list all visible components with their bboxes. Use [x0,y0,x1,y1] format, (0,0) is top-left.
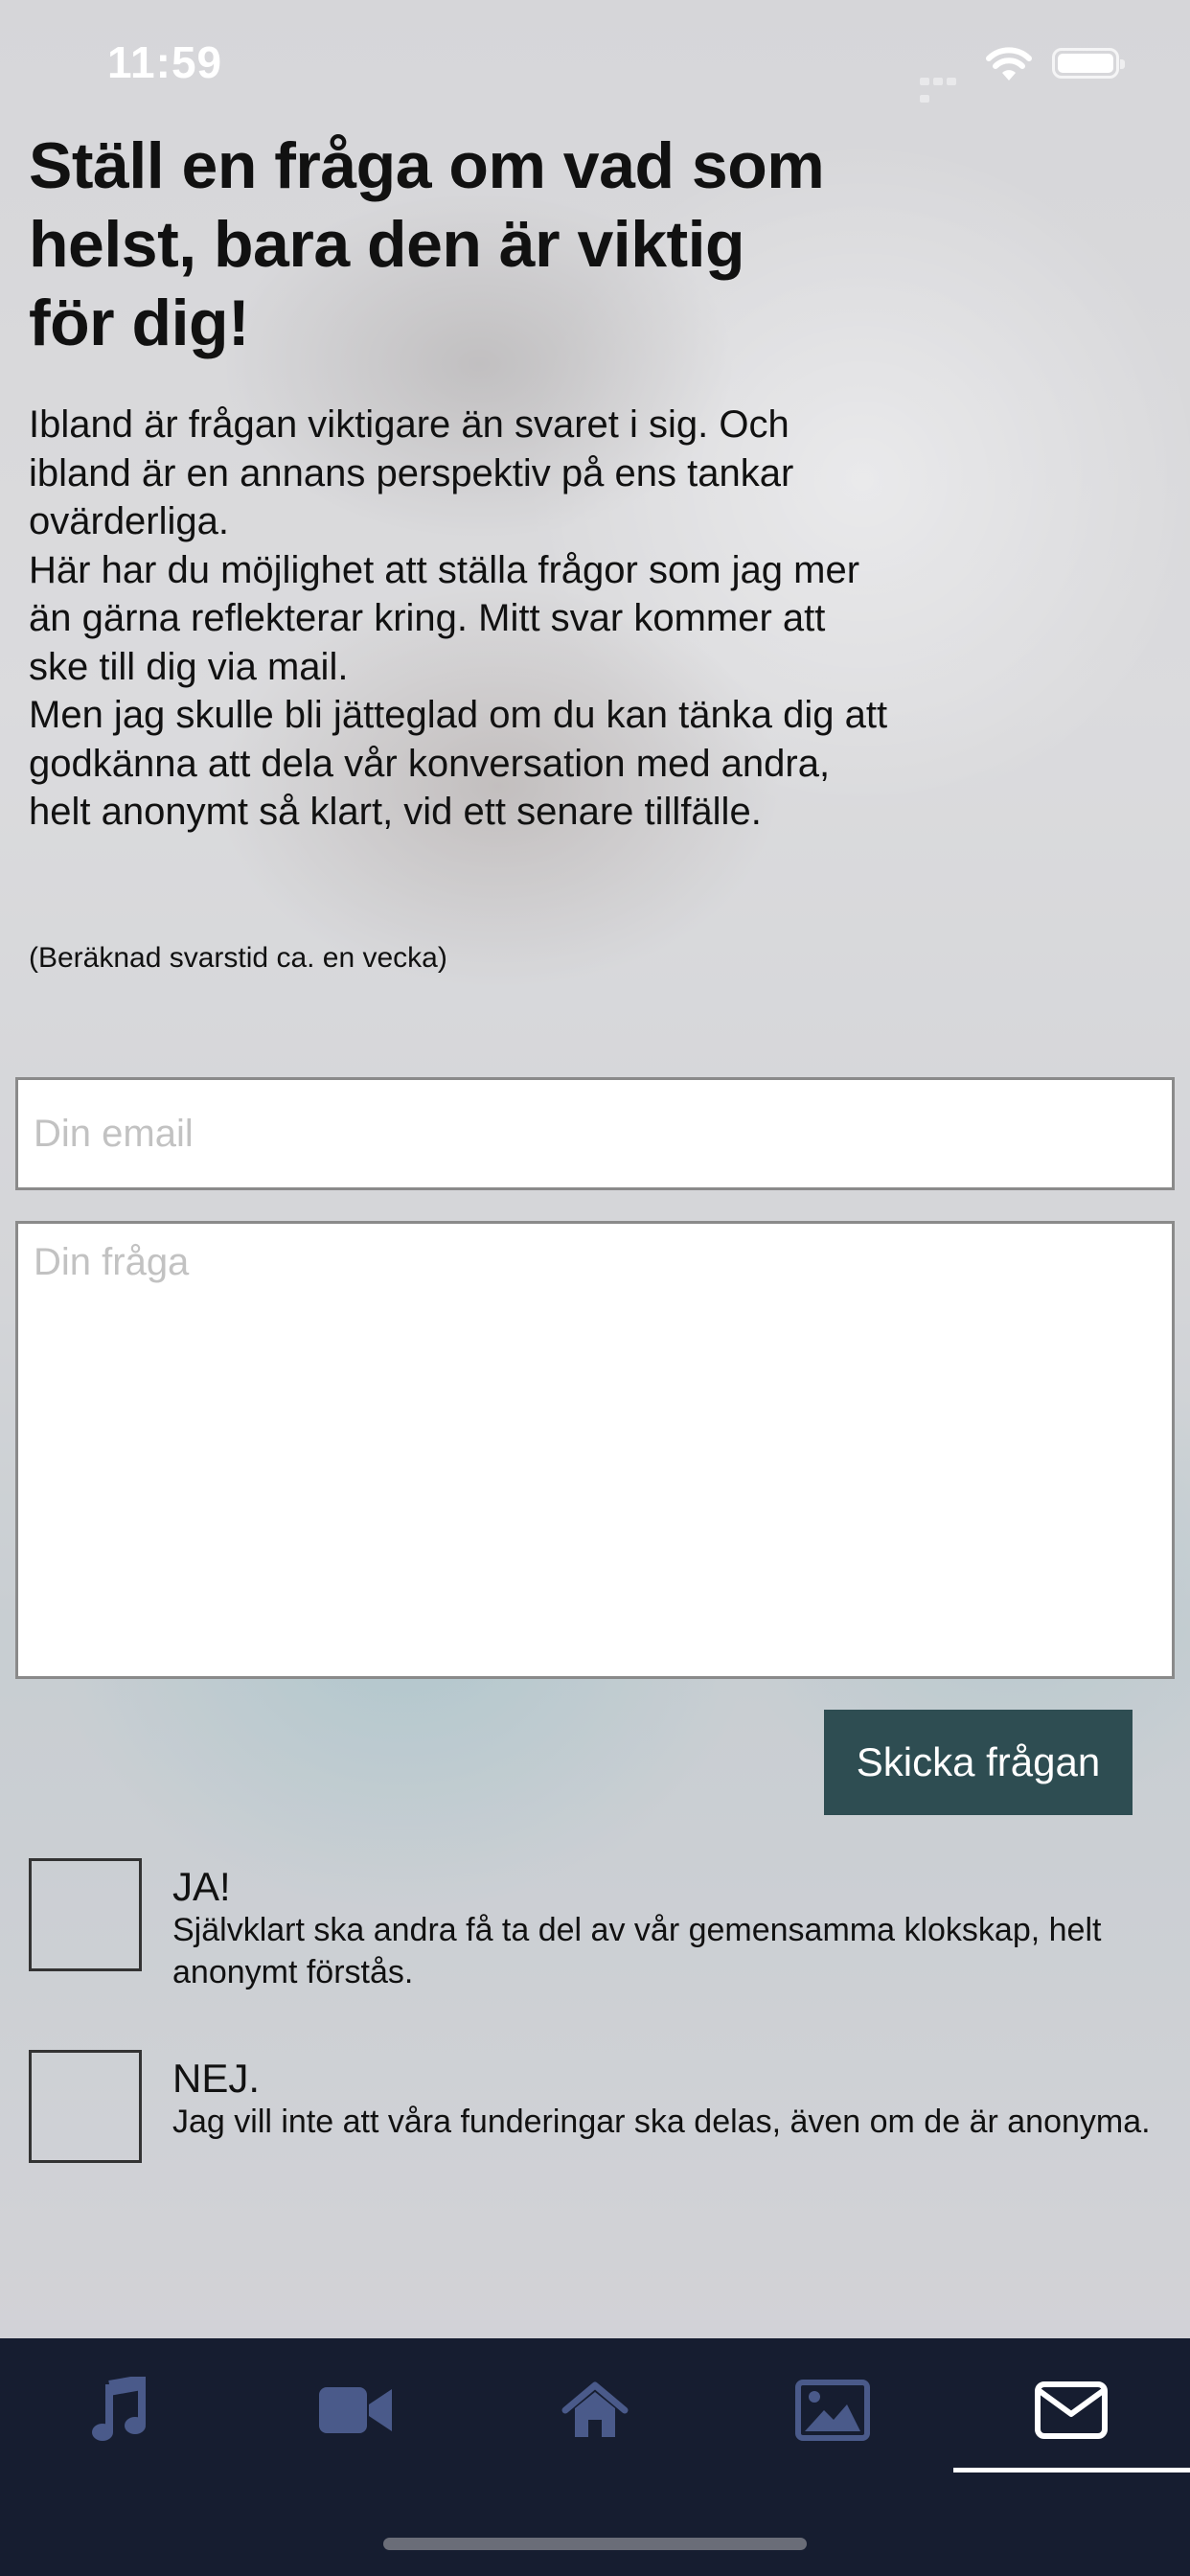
response-time-note: (Beräknad svarstid ca. en vecka) [29,942,447,974]
title-line: helst, bara den är viktig [29,208,745,281]
envelope-icon [1035,2381,1108,2439]
consent-no-description: Jag vill inte att våra funderingar ska d… [172,2104,1151,2140]
intro-text: Ibland är frågan viktigare än svaret i s… [29,401,891,837]
title-line: Ställ en fråga om vad som [29,129,825,202]
image-icon [795,2380,870,2441]
send-question-button[interactable]: Skicka frågan [824,1710,1133,1815]
consent-yes-title: JA! [172,1864,231,1909]
wifi-icon [985,46,1033,82]
consent-yes-checkbox[interactable] [29,1858,142,1971]
cellular-signal-icon [920,73,972,103]
intro-paragraph: Här har du möjlighet att ställa frågor s… [29,548,860,688]
question-field[interactable] [15,1221,1175,1679]
intro-paragraph: Men jag skulle bli jätteglad om du kan t… [29,694,888,833]
status-time: 11:59 [107,37,223,87]
music-note-icon [92,2377,146,2441]
home-indicator[interactable] [383,2538,807,2550]
home-icon [561,2381,629,2437]
tab-contact[interactable] [1014,2367,1129,2453]
tab-video[interactable] [299,2367,414,2453]
battery-icon [1052,48,1125,79]
tab-home[interactable] [538,2367,652,2453]
title-line: för dig! [29,287,250,359]
active-tab-indicator [953,2468,1190,2472]
video-camera-icon [319,2387,392,2433]
consent-no-checkbox[interactable] [29,2050,142,2163]
tab-music[interactable] [61,2367,176,2453]
consent-no-title: NEJ. [172,2056,261,2101]
intro-paragraph: Ibland är frågan viktigare än svaret i s… [29,403,794,542]
consent-yes-description: Självklart ska andra få ta del av vår ge… [172,1912,1102,1990]
tab-gallery[interactable] [775,2367,890,2453]
email-field[interactable] [15,1077,1175,1190]
page-title: Ställ en fråga om vad som helst, bara de… [29,126,891,362]
